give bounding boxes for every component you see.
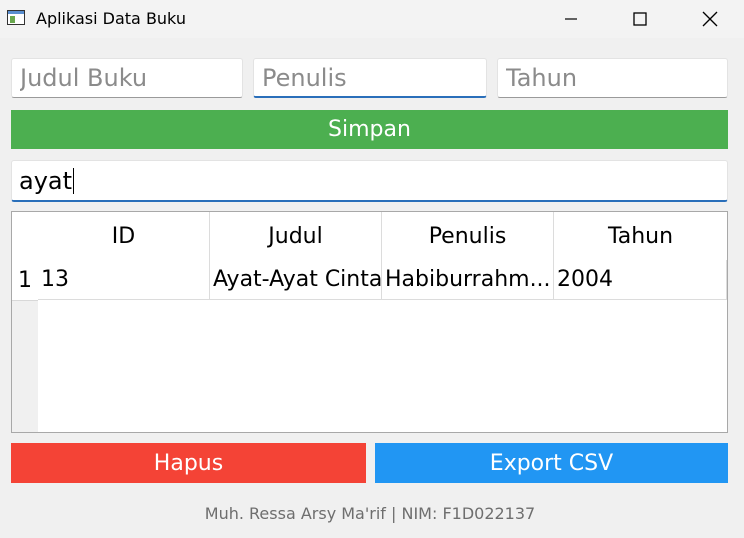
column-header-penulis[interactable]: Penulis — [382, 212, 554, 260]
table-corner[interactable] — [12, 212, 38, 260]
cell-judul[interactable]: Ayat-Ayat Cinta — [210, 260, 382, 300]
search-value: ayat — [19, 166, 73, 195]
minimize-icon — [565, 18, 577, 20]
minimize-button[interactable] — [548, 0, 594, 38]
save-button-label: Simpan — [328, 117, 411, 142]
close-icon — [702, 11, 718, 27]
text-caret — [73, 167, 75, 194]
delete-button[interactable]: Hapus — [11, 443, 366, 483]
export-button-label: Export CSV — [489, 450, 614, 476]
column-header-id[interactable]: ID — [38, 212, 210, 260]
row-number[interactable]: 1 — [12, 260, 38, 301]
app-icon — [7, 10, 25, 25]
footer-credit: Muh. Ressa Arsy Ma'rif | NIM: F1D022137 — [204, 504, 536, 523]
save-button[interactable]: Simpan — [11, 110, 728, 149]
cell-tahun[interactable]: 2004 — [554, 260, 727, 300]
tahun-input[interactable] — [497, 58, 728, 98]
penulis-input[interactable] — [253, 58, 487, 98]
close-button[interactable] — [687, 0, 733, 38]
export-csv-button[interactable]: Export CSV — [375, 443, 728, 483]
book-table[interactable]: 1 ID Judul Penulis Tahun 13 Ayat-Ayat Ci… — [11, 211, 728, 433]
table-row[interactable]: 13 Ayat-Ayat Cinta Habiburrahm... 2004 — [38, 260, 727, 300]
search-input[interactable]: ayat — [11, 160, 728, 202]
window-title: Aplikasi Data Buku — [36, 9, 186, 28]
maximize-button[interactable] — [617, 0, 663, 38]
delete-button-label: Hapus — [153, 450, 224, 476]
column-header-judul[interactable]: Judul — [210, 212, 382, 260]
column-header-tahun[interactable]: Tahun — [554, 212, 727, 260]
maximize-icon — [633, 12, 647, 26]
title-bar: Aplikasi Data Buku — [0, 0, 744, 38]
table-header: ID Judul Penulis Tahun — [38, 212, 727, 260]
judul-input[interactable] — [11, 58, 243, 98]
cell-penulis[interactable]: Habiburrahm... — [382, 260, 554, 300]
cell-id[interactable]: 13 — [38, 260, 210, 300]
